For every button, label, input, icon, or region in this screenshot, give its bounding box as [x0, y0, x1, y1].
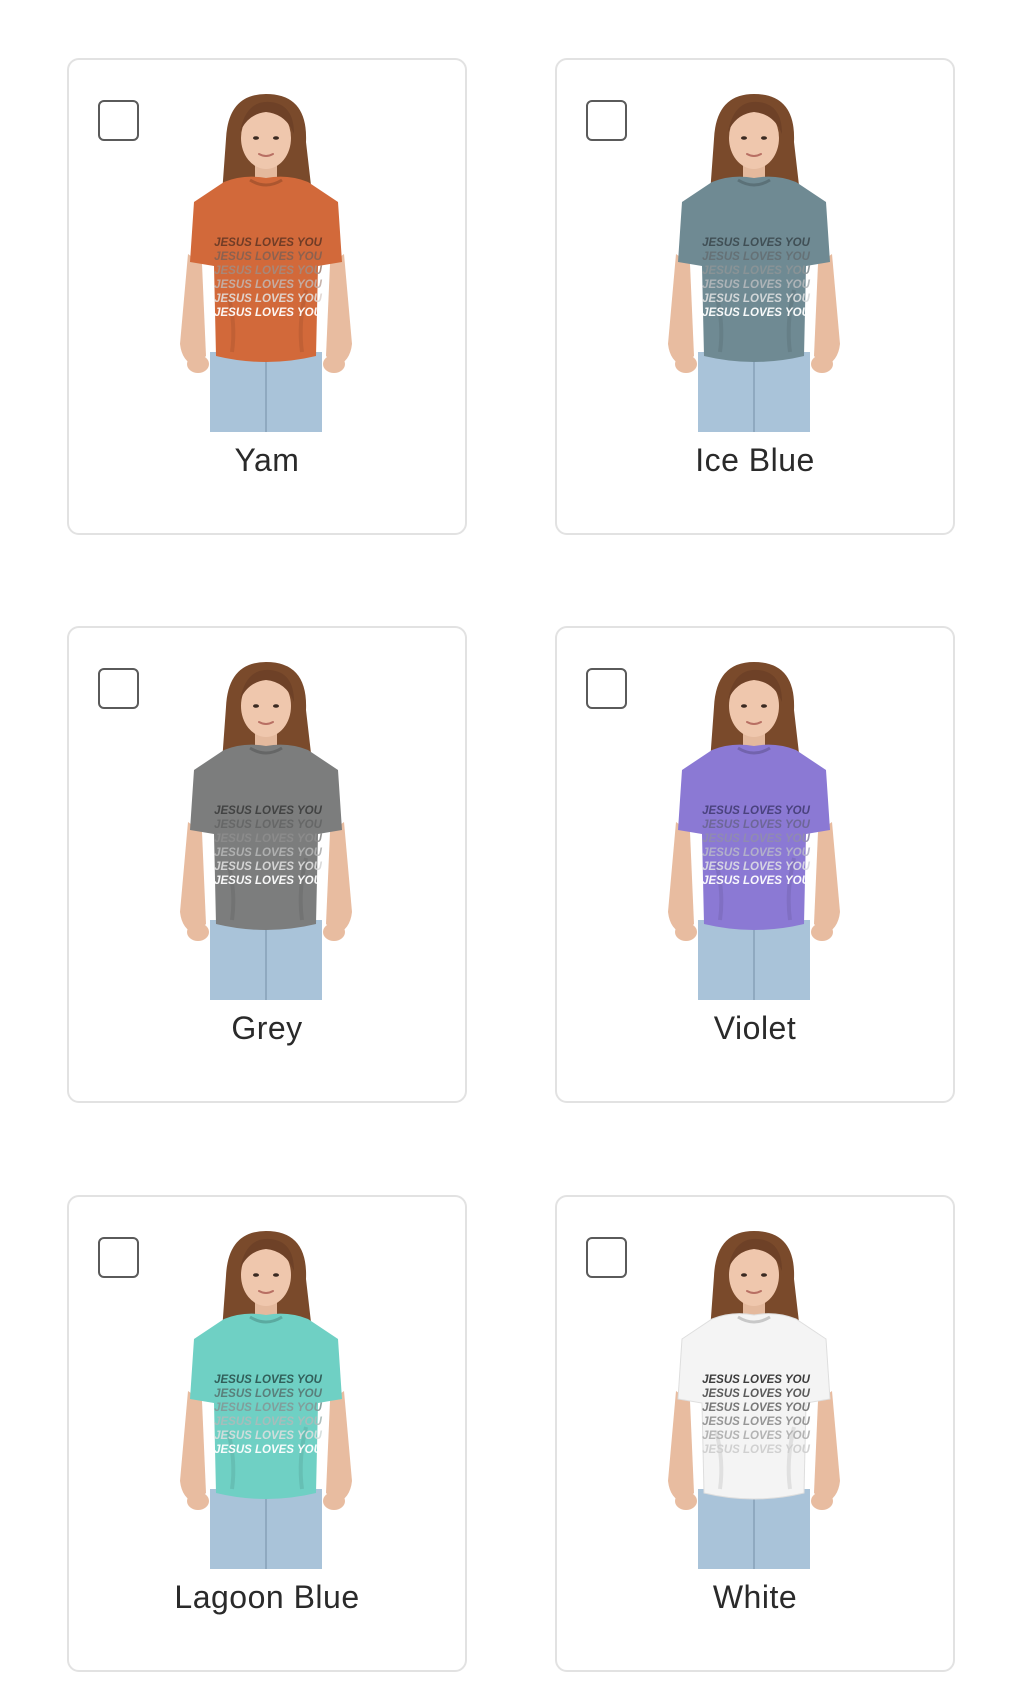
color-checkbox[interactable]: [586, 1237, 627, 1278]
svg-text:JESUS LOVES YOU: JESUS LOVES YOU: [702, 847, 810, 859]
svg-text:JESUS LOVES YOU: JESUS LOVES YOU: [214, 1374, 322, 1386]
color-checkbox[interactable]: [98, 668, 139, 709]
color-option-card[interactable]: JESUS LOVES YOU JESUS LOVES YOU JESUS LOVE…: [555, 626, 955, 1103]
tshirt-photo: JESUS LOVES YOU JESUS LOVES YOU JESUS LOVE…: [166, 94, 366, 432]
svg-text:JESUS LOVES YOU: JESUS LOVES YOU: [214, 805, 322, 817]
svg-text:JESUS LOVES YOU: JESUS LOVES YOU: [214, 833, 322, 845]
svg-text:JESUS LOVES YOU: JESUS LOVES YOU: [702, 861, 810, 873]
svg-text:JESUS LOVES YOU: JESUS LOVES YOU: [702, 251, 810, 263]
color-option-card[interactable]: JESUS LOVES YOU JESUS LOVES YOU JESUS LOVE…: [67, 58, 467, 535]
svg-text:JESUS LOVES YOU: JESUS LOVES YOU: [702, 1416, 810, 1428]
color-option-card[interactable]: JESUS LOVES YOU JESUS LOVES YOU JESUS LOVE…: [555, 58, 955, 535]
tshirt-photo: JESUS LOVES YOU JESUS LOVES YOU JESUS LOVE…: [654, 94, 854, 432]
svg-text:JESUS LOVES YOU: JESUS LOVES YOU: [214, 265, 322, 277]
svg-text:JESUS LOVES YOU: JESUS LOVES YOU: [214, 1388, 322, 1400]
svg-text:JESUS LOVES YOU: JESUS LOVES YOU: [214, 1430, 322, 1442]
svg-text:JESUS LOVES YOU: JESUS LOVES YOU: [702, 237, 810, 249]
svg-text:JESUS LOVES YOU: JESUS LOVES YOU: [214, 237, 322, 249]
svg-text:JESUS LOVES YOU: JESUS LOVES YOU: [214, 819, 322, 831]
color-option-card[interactable]: JESUS LOVES YOU JESUS LOVES YOU JESUS LOVE…: [555, 1195, 955, 1672]
svg-text:JESUS LOVES YOU: JESUS LOVES YOU: [702, 1374, 810, 1386]
svg-text:JESUS LOVES YOU: JESUS LOVES YOU: [214, 861, 322, 873]
svg-text:JESUS LOVES YOU: JESUS LOVES YOU: [702, 307, 810, 319]
color-label: Violet: [713, 1010, 797, 1046]
tshirt-photo: JESUS LOVES YOU JESUS LOVES YOU JESUS LOVE…: [654, 662, 854, 1000]
svg-text:JESUS LOVES YOU: JESUS LOVES YOU: [702, 1444, 810, 1456]
color-checkbox[interactable]: [98, 100, 139, 141]
color-checkbox[interactable]: [586, 668, 627, 709]
svg-text:JESUS LOVES YOU: JESUS LOVES YOU: [214, 279, 322, 291]
svg-text:JESUS LOVES YOU: JESUS LOVES YOU: [702, 265, 810, 277]
color-option-card[interactable]: JESUS LOVES YOU JESUS LOVES YOU JESUS LOVE…: [67, 1195, 467, 1672]
color-label: White: [712, 1579, 798, 1615]
svg-text:JESUS LOVES YOU: JESUS LOVES YOU: [214, 1416, 322, 1428]
svg-text:JESUS LOVES YOU: JESUS LOVES YOU: [702, 875, 810, 887]
svg-text:JESUS LOVES YOU: JESUS LOVES YOU: [702, 805, 810, 817]
svg-text:JESUS LOVES YOU: JESUS LOVES YOU: [214, 847, 322, 859]
tshirt-photo-svg: JESUS LOVES YOU JESUS LOVES YOU JESUS LOVE…: [668, 662, 840, 1000]
svg-text:JESUS LOVES YOU: JESUS LOVES YOU: [702, 1430, 810, 1442]
svg-text:JESUS LOVES YOU: JESUS LOVES YOU: [702, 279, 810, 291]
color-checkbox[interactable]: [586, 100, 627, 141]
color-label: Yam: [234, 442, 300, 478]
tshirt-photo-svg: JESUS LOVES YOU JESUS LOVES YOU JESUS LOVE…: [180, 1231, 352, 1569]
tshirt-photo-svg: JESUS LOVES YOU JESUS LOVES YOU JESUS LOVE…: [668, 1231, 840, 1569]
color-label: Ice Blue: [695, 442, 815, 478]
svg-text:JESUS LOVES YOU: JESUS LOVES YOU: [214, 875, 322, 887]
svg-text:JESUS LOVES YOU: JESUS LOVES YOU: [702, 819, 810, 831]
tshirt-photo: JESUS LOVES YOU JESUS LOVES YOU JESUS LOVE…: [166, 1231, 366, 1569]
tshirt-photo-svg: JESUS LOVES YOU JESUS LOVES YOU JESUS LOVE…: [180, 94, 352, 432]
tshirt-photo: JESUS LOVES YOU JESUS LOVES YOU JESUS LOVE…: [166, 662, 366, 1000]
color-label: Grey: [231, 1010, 303, 1046]
svg-text:JESUS LOVES YOU: JESUS LOVES YOU: [702, 833, 810, 845]
tshirt-photo-svg: JESUS LOVES YOU JESUS LOVES YOU JESUS LOVE…: [180, 662, 352, 1000]
svg-text:JESUS LOVES YOU: JESUS LOVES YOU: [214, 1444, 322, 1456]
svg-text:JESUS LOVES YOU: JESUS LOVES YOU: [702, 1402, 810, 1414]
svg-text:JESUS LOVES YOU: JESUS LOVES YOU: [702, 293, 810, 305]
tshirt-photo-svg: JESUS LOVES YOU JESUS LOVES YOU JESUS LOVE…: [668, 94, 840, 432]
svg-text:JESUS LOVES YOU: JESUS LOVES YOU: [214, 1402, 322, 1414]
svg-text:JESUS LOVES YOU: JESUS LOVES YOU: [214, 251, 322, 263]
svg-text:JESUS LOVES YOU: JESUS LOVES YOU: [702, 1388, 810, 1400]
tshirt-photo: JESUS LOVES YOU JESUS LOVES YOU JESUS LOVE…: [654, 1231, 854, 1569]
svg-text:JESUS LOVES YOU: JESUS LOVES YOU: [214, 307, 322, 319]
color-checkbox[interactable]: [98, 1237, 139, 1278]
color-option-card[interactable]: JESUS LOVES YOU JESUS LOVES YOU JESUS LOVE…: [67, 626, 467, 1103]
svg-text:JESUS LOVES YOU: JESUS LOVES YOU: [214, 293, 322, 305]
color-option-grid: JESUS LOVES YOU JESUS LOVES YOU JESUS LOVE…: [0, 0, 1033, 1704]
color-label: Lagoon Blue: [174, 1579, 360, 1615]
